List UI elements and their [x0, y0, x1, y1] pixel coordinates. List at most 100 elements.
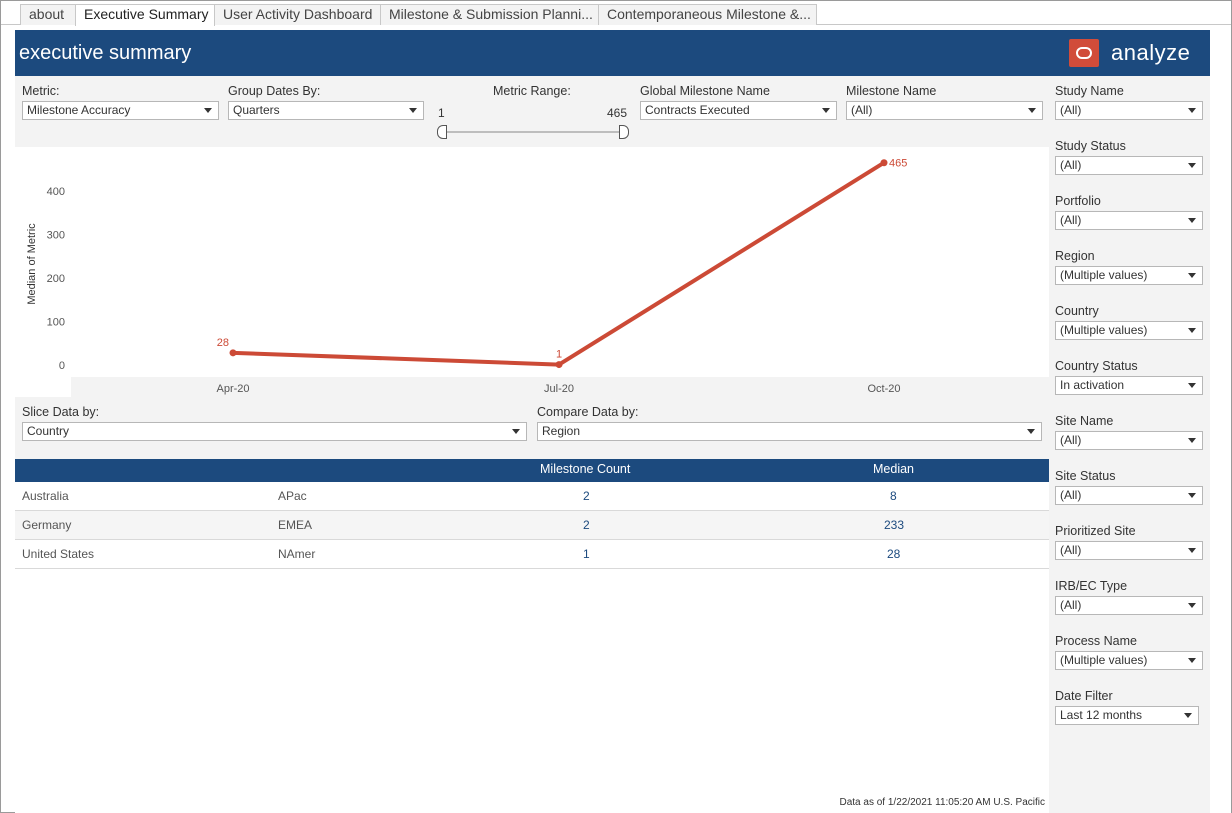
series-line	[231, 160, 886, 367]
tab-milestone-submission-planning[interactable]: Milestone & Submission Planni...	[380, 4, 599, 25]
compare-label: Compare Data by:	[537, 405, 639, 419]
chevron-down-icon	[512, 429, 520, 434]
filter-value: (All)	[1060, 433, 1082, 447]
chevron-down-icon	[1188, 273, 1196, 278]
chevron-down-icon	[1188, 383, 1196, 388]
chevron-down-icon	[409, 108, 417, 113]
slice-label: Slice Data by:	[22, 405, 100, 419]
filter-panel: analyze Study Name (All) Study Status (All)…	[1049, 30, 1210, 813]
filter-label: Country Status	[1055, 359, 1138, 373]
metric-range-min: 1	[438, 106, 445, 120]
tab-about[interactable]: about	[20, 4, 76, 25]
cell-median: 8	[890, 489, 897, 503]
column-header-median[interactable]: Median	[873, 462, 914, 476]
x-tick-label: Apr-20	[216, 383, 249, 395]
chevron-down-icon	[822, 108, 830, 113]
y-tick-label: 200	[47, 273, 65, 285]
filter-dropdown[interactable]: (All)	[1055, 101, 1203, 120]
filter-label: IRB/EC Type	[1055, 579, 1128, 593]
cell-region: EMEA	[278, 518, 313, 532]
y-tick-label: 100	[47, 317, 65, 329]
milestone-name-value: (All)	[851, 103, 873, 117]
slice-value: Country	[27, 424, 70, 438]
metric-range-min-handle[interactable]	[437, 125, 447, 139]
global-milestone-dropdown[interactable]: Contracts Executed	[640, 101, 837, 120]
column-header-milestone-count[interactable]: Milestone Count	[540, 462, 630, 476]
compare-dropdown[interactable]: Region	[537, 422, 1042, 441]
tab-user-activity-dashboard[interactable]: User Activity Dashboard	[214, 4, 381, 25]
chevron-down-icon	[1188, 603, 1196, 608]
data-label: 1	[556, 349, 562, 361]
filter-label: Study Status	[1055, 139, 1126, 153]
cell-region: APac	[278, 489, 307, 503]
global-milestone-label: Global Milestone Name	[640, 84, 770, 98]
cell-median: 28	[887, 547, 901, 561]
chevron-down-icon	[1188, 163, 1196, 168]
y-tick-label: 400	[47, 186, 65, 198]
metric-range-label: Metric Range:	[493, 84, 571, 98]
filter-dropdown[interactable]: (Multiple values)	[1055, 266, 1203, 285]
filter-dropdown[interactable]: (Multiple values)	[1055, 651, 1203, 670]
y-tick-label: 300	[47, 230, 65, 242]
data-timestamp: Data as of 1/22/2021 11:05:20 AM U.S. Pa…	[839, 797, 1046, 808]
data-label: 465	[889, 158, 907, 170]
milestone-name-dropdown[interactable]: (All)	[846, 101, 1043, 120]
filter-label: Site Status	[1055, 469, 1116, 483]
oracle-logo-icon	[1069, 39, 1099, 67]
cell-country: Germany	[22, 518, 72, 532]
y-axis-label: Median of Metric	[26, 223, 38, 305]
filter-label: Process Name	[1055, 634, 1137, 648]
filter-value: (All)	[1060, 213, 1082, 227]
chevron-down-icon	[1188, 493, 1196, 498]
filter-value: In activation	[1060, 378, 1125, 392]
filter-dropdown[interactable]: (All)	[1055, 541, 1203, 560]
line-chart: Median of Metric 0 100 200 300 400 Apr-20 Jul-2…	[26, 158, 1049, 397]
table-row[interactable]: Germany EMEA 2 233	[15, 511, 1049, 540]
scroll-gutter	[1210, 30, 1231, 813]
metric-range-max-handle[interactable]	[619, 125, 629, 139]
chevron-down-icon	[204, 108, 212, 113]
filter-dropdown[interactable]: (All)	[1055, 596, 1203, 615]
milestone-name-label: Milestone Name	[846, 84, 937, 98]
filter-label: Study Name	[1055, 84, 1124, 98]
tab-contemporaneous-milestone[interactable]: Contemporaneous Milestone &...	[598, 4, 817, 25]
filter-dropdown[interactable]: (All)	[1055, 156, 1203, 175]
metric-dropdown[interactable]: Milestone Accuracy	[22, 101, 219, 120]
slice-dropdown[interactable]: Country	[22, 422, 527, 441]
filter-dropdown[interactable]: In activation	[1055, 376, 1203, 395]
dashboard-header: executive summary	[15, 30, 1049, 76]
filter-value: (Multiple values)	[1060, 268, 1148, 282]
cell-region: NAmer	[278, 547, 316, 561]
filter-label: Prioritized Site	[1055, 524, 1136, 538]
data-point	[555, 361, 563, 369]
dashboard-main: executive summary Metric: Milestone Accu…	[15, 30, 1049, 813]
chevron-down-icon	[1028, 108, 1036, 113]
filter-dropdown[interactable]: (All)	[1055, 211, 1203, 230]
filter-value: (Multiple values)	[1060, 323, 1148, 337]
table-row[interactable]: United States NAmer 1 28	[15, 540, 1049, 569]
slice-compare-controls: Slice Data by: Country Compare Data by: …	[15, 398, 1049, 448]
app-frame: about Executive Summary User Activity Da…	[0, 0, 1232, 813]
chevron-down-icon	[1184, 713, 1192, 718]
filter-dropdown[interactable]: (All)	[1055, 431, 1203, 450]
group-dates-dropdown[interactable]: Quarters	[228, 101, 424, 120]
filter-dropdown[interactable]: Last 12 months	[1055, 706, 1199, 725]
page-title: executive summary	[19, 42, 192, 64]
filter-dropdown[interactable]: (All)	[1055, 486, 1203, 505]
filter-dropdown[interactable]: (Multiple values)	[1055, 321, 1203, 340]
chevron-down-icon	[1188, 328, 1196, 333]
brand-header: analyze	[1049, 30, 1210, 76]
tab-bar: about Executive Summary User Activity Da…	[1, 1, 1231, 26]
x-tick-label: Jul-20	[544, 383, 574, 395]
filter-value: (All)	[1060, 103, 1082, 117]
metric-range-slider-track[interactable]	[442, 131, 628, 133]
y-tick-label: 0	[59, 360, 65, 372]
x-tick-label: Oct-20	[867, 383, 900, 395]
global-milestone-value: Contracts Executed	[645, 103, 750, 117]
filter-value: (All)	[1060, 488, 1082, 502]
chevron-down-icon	[1027, 429, 1035, 434]
tab-executive-summary[interactable]: Executive Summary	[75, 4, 215, 26]
data-point	[229, 349, 237, 357]
cell-country: United States	[22, 547, 95, 561]
table-row[interactable]: Australia APac 2 8	[15, 482, 1049, 511]
